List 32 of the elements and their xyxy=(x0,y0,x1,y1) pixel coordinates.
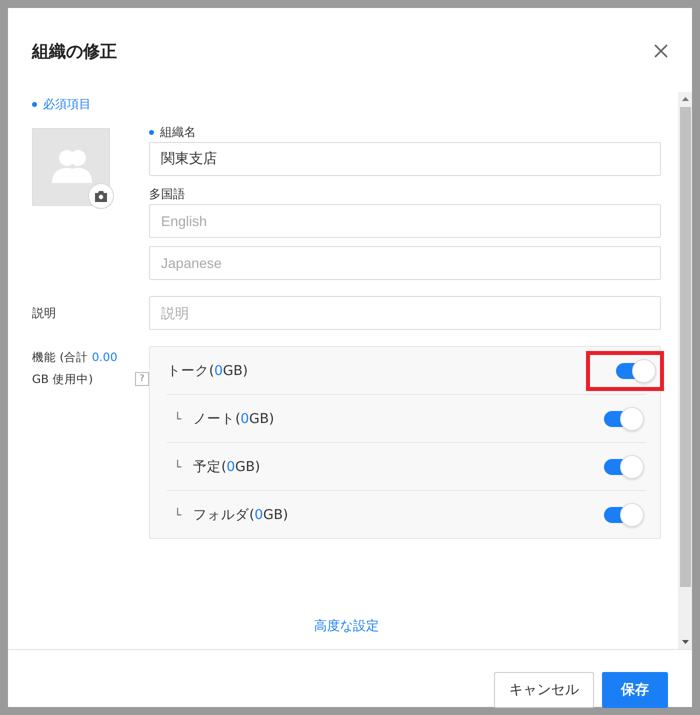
save-button[interactable]: 保存 xyxy=(602,672,668,708)
branch-line: └ xyxy=(174,508,182,522)
scroll-down-icon[interactable] xyxy=(682,640,688,644)
required-note: 必須項目 xyxy=(43,96,91,112)
language-field[interactable]: Japanese xyxy=(149,246,661,280)
org-name-field[interactable]: 関東支店 xyxy=(149,142,661,176)
branch-line: └ xyxy=(174,460,182,474)
help-icon[interactable]: ? xyxy=(135,372,149,386)
feature-label: ノート(0GB) xyxy=(193,410,276,428)
description-field[interactable]: 説明 xyxy=(149,296,661,330)
branch-line: └ xyxy=(174,412,182,426)
field-label: 説明 xyxy=(32,305,56,322)
feature-label: フォルダ(0GB) xyxy=(193,506,290,524)
required-dot xyxy=(32,102,37,106)
toggle-switch[interactable] xyxy=(616,358,656,382)
scroll-up-icon[interactable] xyxy=(682,97,688,101)
dialog-title: 組織の修正 xyxy=(32,40,117,62)
toggle-switch[interactable] xyxy=(604,502,644,526)
toggle-switch[interactable] xyxy=(604,454,644,478)
toggle-switch[interactable] xyxy=(604,406,644,430)
language-field[interactable]: English xyxy=(149,204,661,238)
feature-label: 予定(0GB) xyxy=(193,458,262,476)
close-icon[interactable] xyxy=(652,42,670,60)
scrollbar[interactable] xyxy=(678,92,692,649)
feature-label: トーク(0GB) xyxy=(167,362,249,380)
people-icon xyxy=(52,149,92,183)
advanced-settings-link[interactable]: 高度な設定 xyxy=(314,619,379,634)
cancel-button[interactable]: キャンセル xyxy=(494,672,594,708)
field-label: 組織名 xyxy=(160,124,196,140)
field-label: 多国語 xyxy=(149,186,185,202)
camera-icon[interactable] xyxy=(88,183,114,209)
features-label: 機能 (合計 0.00 GB 使用中) xyxy=(32,349,118,388)
